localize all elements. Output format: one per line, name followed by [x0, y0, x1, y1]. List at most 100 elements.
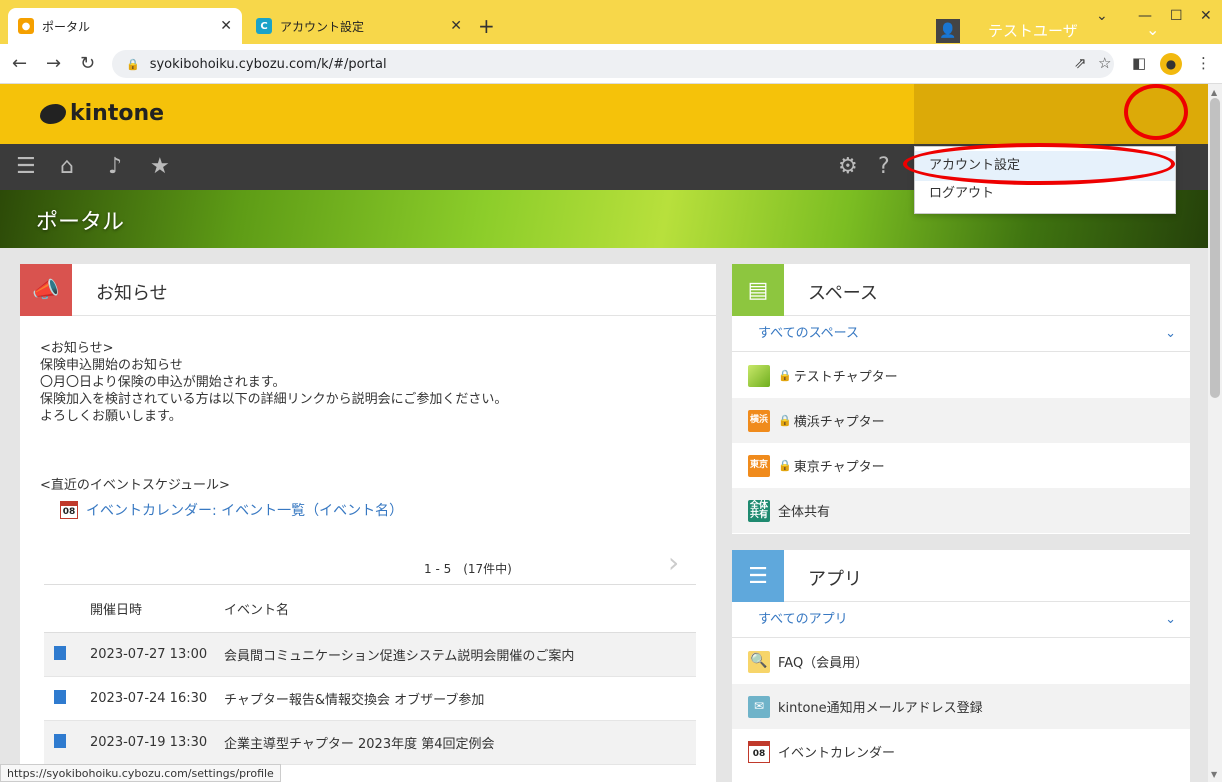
leaf-thumbnail-icon [748, 364, 770, 387]
bookmark-star-icon[interactable]: ☆ [1098, 54, 1111, 72]
space-item-all[interactable]: 全体共有 全体共有 [732, 488, 1190, 533]
back-icon[interactable]: ← [12, 53, 27, 74]
star-icon[interactable]: ★ [150, 154, 170, 179]
kintone-favicon-icon: ● [18, 18, 34, 34]
new-tab-icon[interactable]: + [478, 14, 495, 38]
table-header-row: 開催日時 イベント名 [44, 584, 696, 633]
more-menu-icon[interactable]: ⋮ [1196, 54, 1211, 72]
tab-title: ポータル [42, 19, 91, 34]
home-icon[interactable]: ⌂ [60, 154, 74, 179]
apps-panel: ☰ アプリ すべてのアプリ ⌄ 🔍 FAQ（会員用） ✉ kintone通知用メ… [732, 550, 1190, 782]
side-panel-icon[interactable]: ◧ [1132, 54, 1146, 72]
status-link-preview: https://syokibohoiku.cybozu.com/settings… [0, 764, 281, 782]
calendar-link-text[interactable]: イベントカレンダー: イベント一覧（イベント名） [86, 500, 403, 520]
username[interactable]: テストユーザ [988, 20, 1078, 41]
tab-search-icon[interactable]: ⌄ [1096, 8, 1108, 24]
envelope-icon: ✉ [748, 695, 770, 718]
notice-panel: 📣 お知らせ <お知らせ> 保険申込開始のお知らせ 〇月〇日より保険の申込が開始… [20, 264, 716, 782]
space-label: 東京チャプター [793, 460, 885, 475]
notice-body: <お知らせ> 保険申込開始のお知らせ 〇月〇日より保険の申込が開始されます。 保… [40, 340, 507, 425]
notice-line: <お知らせ> [40, 341, 114, 356]
notice-line: 保険加入を検討されている方は以下の詳細リンクから説明会にご参加ください。 [40, 392, 508, 407]
address-bar: ← → ↻ 🔒 syokibohoiku.cybozu.com/k/#/port… [0, 44, 1222, 84]
scroll-down-icon[interactable]: ▼ [1211, 770, 1217, 779]
notice-line: 〇月〇日より保険の申込が開始されます。 [40, 375, 286, 390]
space-item-yokohama[interactable]: 横浜 🔒 横浜チャプター [732, 398, 1190, 443]
event-date: 2023-07-27 13:00 [90, 632, 224, 677]
space-item-test[interactable]: 🔒 テストチャプター [732, 353, 1190, 398]
bell-icon[interactable]: ♪ [108, 154, 122, 179]
cybozu-favicon-icon: C [256, 18, 272, 34]
spaces-filter-dropdown[interactable]: すべてのスペース ⌄ [732, 316, 1190, 352]
calendar-link[interactable]: 08 イベントカレンダー: イベント一覧（イベント名） [60, 500, 403, 520]
kintone-logo[interactable]: kintone [40, 101, 164, 126]
chevron-down-icon: ⌄ [1165, 612, 1176, 627]
table-row[interactable]: 2023-07-19 13:30 企業主導型チャプター 2023年度 第4回定例… [44, 720, 696, 765]
page-title: ポータル [36, 210, 125, 235]
share-icon[interactable]: ⇗ [1074, 54, 1087, 72]
scrollbar-thumb[interactable] [1210, 98, 1220, 398]
notice-title: お知らせ [96, 283, 168, 304]
table-row[interactable]: 2023-07-27 13:00 会員間コミュニケーション促進システム説明会開催… [44, 632, 696, 677]
gear-icon[interactable]: ⚙ [838, 154, 858, 179]
chevron-down-icon[interactable]: ⌄ [1146, 20, 1159, 39]
app-item-mail-register[interactable]: ✉ kintone通知用メールアドレス登録 [732, 684, 1190, 729]
apps-filter-label: すべてのアプリ [758, 612, 848, 627]
next-page-icon[interactable]: › [668, 546, 679, 579]
apps-header: ☰ アプリ [732, 550, 1190, 602]
lock-icon: 🔒 [126, 57, 140, 71]
menu-icon[interactable]: ☰ [16, 154, 36, 179]
url-field[interactable]: 🔒 syokibohoiku.cybozu.com/k/#/portal [112, 50, 1114, 78]
apps-filter-dropdown[interactable]: すべてのアプリ ⌄ [732, 602, 1190, 638]
close-tab-icon[interactable]: ✕ [450, 18, 462, 34]
yokohama-badge-icon: 横浜 [748, 409, 770, 432]
app-label: イベントカレンダー [778, 746, 896, 761]
notice-line: よろしくお願いします。 [40, 409, 182, 424]
table-row[interactable]: 2023-07-24 16:30 チャプター報告&情報交換会 オブザーブ参加 [44, 676, 696, 721]
lock-icon: 🔒 [778, 414, 792, 427]
user-avatar-icon: 👤 [936, 19, 960, 43]
kintone-header: kintone [0, 84, 1208, 144]
logo-text: kintone [70, 101, 165, 126]
megaphone-icon: 📣 [20, 264, 72, 316]
close-window-icon[interactable]: ✕ [1200, 8, 1212, 24]
document-icon[interactable] [54, 689, 66, 704]
document-icon[interactable] [54, 645, 66, 660]
document-icon[interactable] [54, 733, 66, 748]
schedule-heading: <直近のイベントスケジュール> [40, 478, 230, 493]
space-label: 全体共有 [778, 505, 831, 520]
close-tab-icon[interactable]: ✕ [220, 18, 232, 34]
kintone-leaf-icon [40, 103, 66, 124]
help-icon[interactable]: ? [878, 154, 890, 179]
pager-count: 1 - 5 (17件中) [424, 562, 512, 576]
tab-account-settings[interactable]: C アカウント設定 ✕ [246, 8, 472, 44]
all-share-badge-icon: 全体共有 [748, 499, 770, 522]
app-item-faq[interactable]: 🔍 FAQ（会員用） [732, 639, 1190, 684]
space-label: テストチャプター [793, 370, 898, 385]
chevron-down-icon: ⌄ [1165, 326, 1176, 341]
event-name: 会員間コミュニケーション促進システム説明会開催のご案内 [224, 632, 696, 677]
app-label: FAQ（会員用） [778, 656, 869, 671]
tab-portal[interactable]: ● ポータル ✕ [8, 8, 242, 44]
lock-icon: 🔒 [778, 369, 792, 382]
column-header-date: 開催日時 [90, 584, 224, 633]
highlight-ellipse [903, 143, 1175, 185]
spaces-header: ▤ スペース [732, 264, 1190, 316]
calendar-icon: 08 [60, 501, 78, 519]
calendar-icon: 08 [748, 740, 770, 763]
event-name: チャプター報告&情報交換会 オブザーブ参加 [224, 676, 696, 721]
notice-line: 保険申込開始のお知らせ [40, 358, 183, 373]
profile-avatar-icon[interactable]: ● [1160, 53, 1182, 75]
forward-icon[interactable]: → [46, 53, 61, 74]
spaces-panel: ▤ スペース すべてのスペース ⌄ 🔒 テストチャプター 横浜 🔒 横浜チャプタ… [732, 264, 1190, 534]
reload-icon[interactable]: ↻ [80, 53, 95, 74]
maximize-icon[interactable]: ☐ [1170, 8, 1183, 24]
event-date: 2023-07-24 16:30 [90, 676, 224, 721]
tab-title: アカウント設定 [280, 19, 365, 34]
space-item-tokyo[interactable]: 東京 🔒 東京チャプター [732, 443, 1190, 488]
event-date: 2023-07-19 13:30 [90, 720, 224, 765]
spaces-title: スペース [808, 283, 878, 304]
scroll-up-icon[interactable]: ▲ [1211, 88, 1217, 97]
app-item-event-calendar[interactable]: 08 イベントカレンダー [732, 729, 1190, 774]
column-header-event: イベント名 [224, 584, 696, 633]
